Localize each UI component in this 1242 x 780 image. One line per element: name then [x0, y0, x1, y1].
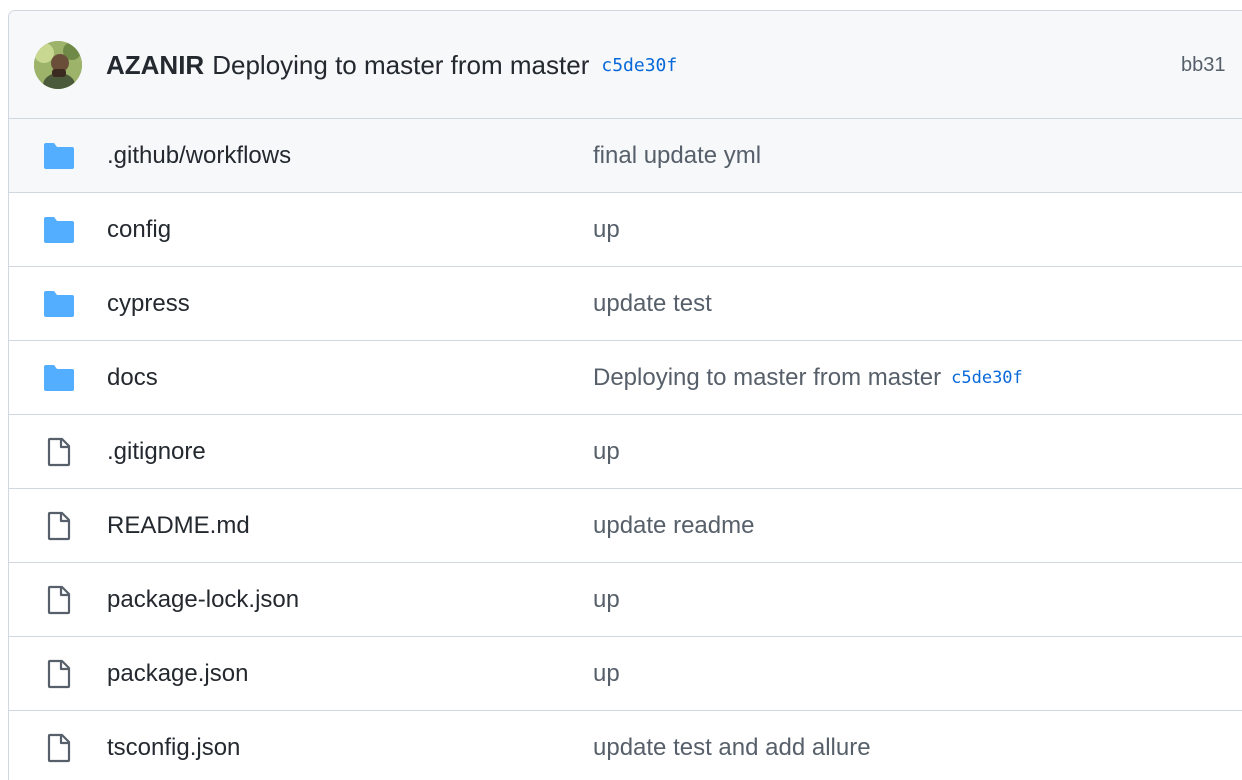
- file-icon: [39, 415, 79, 489]
- last-commit-message[interactable]: Deploying to master from master c5de30f: [593, 341, 1023, 415]
- commit-message-text[interactable]: update readme: [593, 512, 754, 540]
- commit-summary: AZANIR Deploying to master from master c…: [106, 11, 677, 119]
- file-name-link[interactable]: config: [107, 193, 171, 267]
- last-commit-message[interactable]: update readme: [593, 489, 754, 563]
- file-browser: AZANIR Deploying to master from master c…: [8, 10, 1242, 780]
- last-commit-message[interactable]: up: [593, 637, 620, 711]
- last-commit-message[interactable]: up: [593, 563, 620, 637]
- file-name-link[interactable]: README.md: [107, 489, 250, 563]
- folder-icon: [39, 193, 79, 267]
- commit-message[interactable]: Deploying to master from master: [212, 50, 589, 81]
- commit-hash-right[interactable]: bb31: [1181, 11, 1226, 119]
- commit-message-text[interactable]: final update yml: [593, 142, 761, 170]
- last-commit-message[interactable]: final update yml: [593, 119, 761, 193]
- file-row[interactable]: .github/workflows final update yml: [9, 119, 1242, 193]
- file-name-link[interactable]: docs: [107, 341, 158, 415]
- avatar[interactable]: [34, 41, 82, 89]
- last-commit-message[interactable]: update test and add allure: [593, 711, 871, 780]
- file-name-link[interactable]: tsconfig.json: [107, 711, 240, 780]
- file-name-link[interactable]: .github/workflows: [107, 119, 291, 193]
- file-list: .github/workflows final update yml config u…: [9, 119, 1242, 780]
- commit-message-text[interactable]: up: [593, 438, 620, 466]
- file-icon: [39, 637, 79, 711]
- commit-author[interactable]: AZANIR: [106, 50, 204, 81]
- last-commit-message[interactable]: up: [593, 193, 620, 267]
- commit-message-text[interactable]: up: [593, 216, 620, 244]
- file-row[interactable]: package-lock.json up: [9, 563, 1242, 637]
- commit-message-text[interactable]: update test: [593, 290, 712, 318]
- file-row[interactable]: tsconfig.json update test and add allure: [9, 711, 1242, 780]
- file-icon: [39, 711, 79, 780]
- file-name-link[interactable]: package-lock.json: [107, 563, 299, 637]
- commit-sha-link[interactable]: c5de30f: [951, 368, 1023, 388]
- file-row[interactable]: config up: [9, 193, 1242, 267]
- file-icon: [39, 489, 79, 563]
- commit-message-text[interactable]: update test and add allure: [593, 734, 871, 762]
- commit-message-text[interactable]: up: [593, 586, 620, 614]
- commit-message-text[interactable]: up: [593, 660, 620, 688]
- commit-sha-link[interactable]: c5de30f: [601, 55, 677, 76]
- file-name-link[interactable]: .gitignore: [107, 415, 206, 489]
- latest-commit-header: AZANIR Deploying to master from master c…: [9, 11, 1242, 119]
- folder-icon: [39, 119, 79, 193]
- file-row[interactable]: README.md update readme: [9, 489, 1242, 563]
- file-row[interactable]: cypress update test: [9, 267, 1242, 341]
- last-commit-message[interactable]: up: [593, 415, 620, 489]
- folder-icon: [39, 267, 79, 341]
- last-commit-message[interactable]: update test: [593, 267, 712, 341]
- file-name-link[interactable]: package.json: [107, 637, 248, 711]
- file-name-link[interactable]: cypress: [107, 267, 190, 341]
- file-row[interactable]: package.json up: [9, 637, 1242, 711]
- file-row[interactable]: docs Deploying to master from master c5de3…: [9, 341, 1242, 415]
- folder-icon: [39, 341, 79, 415]
- commit-message-text[interactable]: Deploying to master from master: [593, 364, 941, 392]
- file-icon: [39, 563, 79, 637]
- file-row[interactable]: .gitignore up: [9, 415, 1242, 489]
